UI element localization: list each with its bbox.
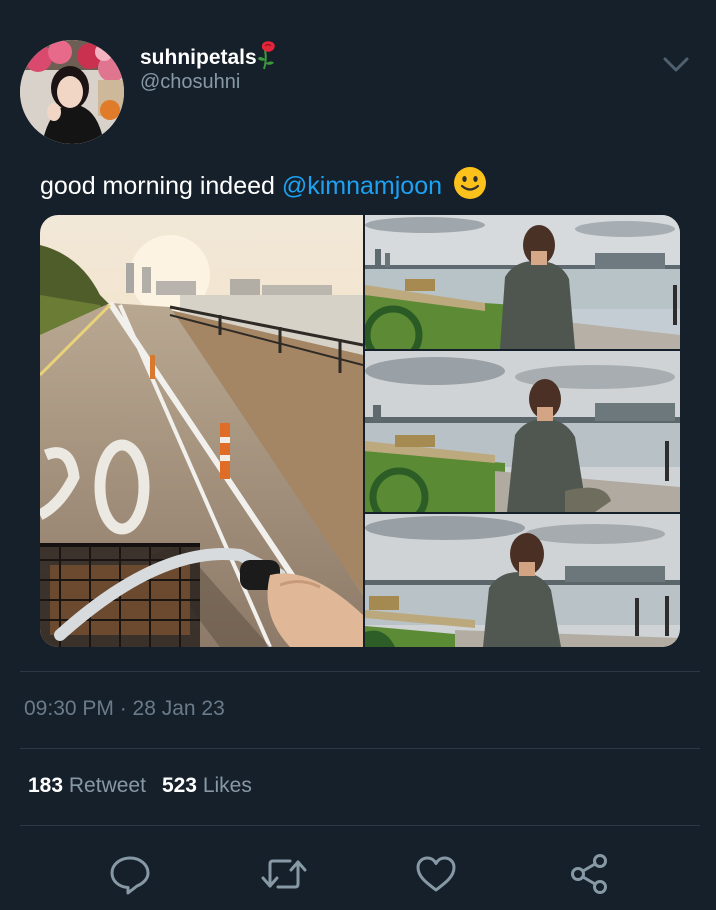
tweet-media-grid bbox=[40, 215, 680, 647]
chevron-down-icon bbox=[663, 57, 689, 72]
man-seated-by-river-photo-1[interactable] bbox=[365, 215, 680, 349]
divider bbox=[20, 671, 700, 672]
bicycle-path-photo[interactable] bbox=[40, 215, 363, 647]
like-button[interactable] bbox=[414, 852, 458, 896]
tweet-text-body: good morning indeed bbox=[40, 172, 282, 200]
slightly-smiling-face-icon bbox=[453, 167, 486, 199]
mention-link[interactable]: @kimnamjoon bbox=[282, 172, 442, 200]
avatar[interactable] bbox=[20, 40, 124, 144]
reply-icon bbox=[110, 856, 150, 895]
man-seated-by-river-photo-3[interactable] bbox=[365, 514, 680, 647]
display-name[interactable]: suhnipetals bbox=[140, 40, 279, 70]
retweet-stat[interactable]: 183 Retweet bbox=[28, 774, 146, 797]
retweet-icon bbox=[261, 859, 307, 889]
divider bbox=[20, 748, 700, 749]
tweet-menu-button[interactable] bbox=[660, 50, 692, 78]
tweet-text: good morning indeed @kimnamjoon bbox=[40, 166, 487, 203]
share-icon bbox=[571, 854, 607, 894]
rose-emoji-icon bbox=[257, 41, 275, 70]
retweet-button[interactable] bbox=[260, 852, 307, 896]
divider bbox=[20, 825, 700, 826]
display-name-text: suhnipetals bbox=[140, 46, 257, 69]
retweet-label: Retweet bbox=[68, 774, 146, 797]
likes-count: 523 bbox=[161, 774, 197, 797]
share-button[interactable] bbox=[568, 852, 612, 896]
man-seated-by-river-photo-2[interactable] bbox=[365, 351, 680, 512]
likes-stat[interactable]: 523 Likes bbox=[162, 774, 252, 797]
retweet-count: 183 bbox=[28, 774, 64, 797]
tweet-stats: 183 Retweet 523 Likes bbox=[28, 774, 252, 798]
username[interactable]: @chosuhni bbox=[140, 71, 240, 94]
reply-button[interactable] bbox=[108, 852, 152, 896]
tweet-timestamp[interactable]: 09:30 PM · 28 Jan 23 bbox=[24, 697, 225, 721]
likes-label: Likes bbox=[202, 774, 252, 797]
heart-icon bbox=[416, 856, 456, 892]
